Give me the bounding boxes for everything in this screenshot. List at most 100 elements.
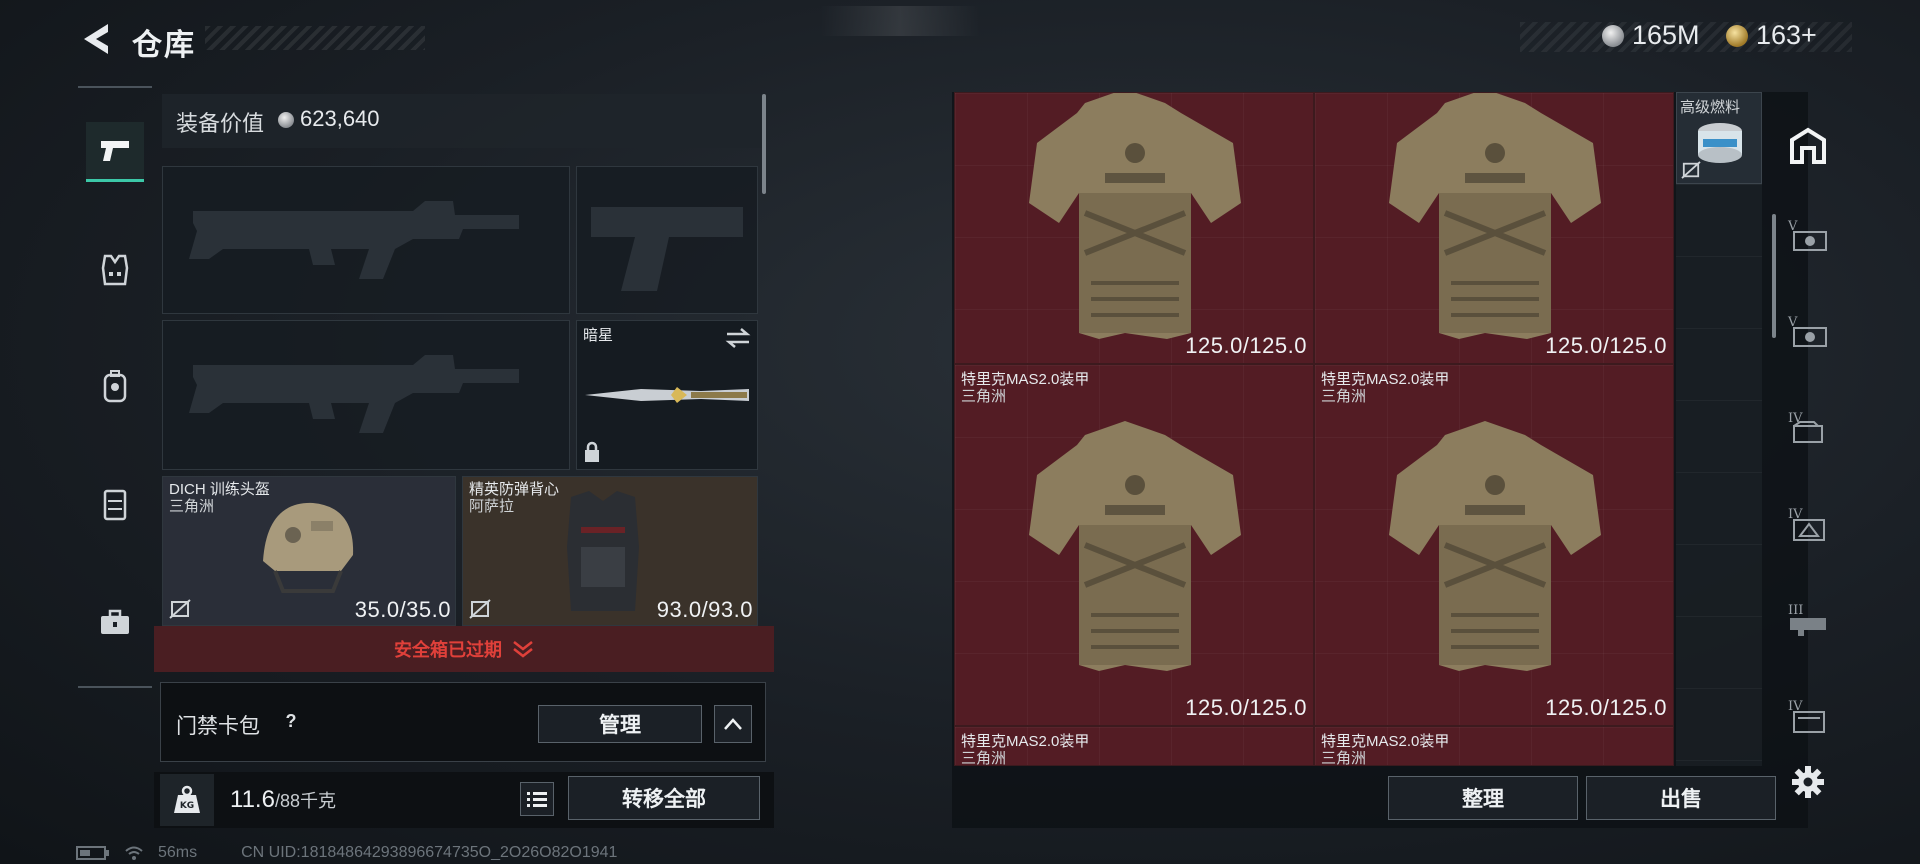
vest-icon — [101, 254, 129, 286]
chevron-up-icon — [724, 718, 742, 730]
storage-item-armor[interactable]: 特里克MAS2.0装甲 三角洲 125.0/125.0 — [1314, 364, 1674, 726]
tier-5-case-icon: V — [1787, 219, 1827, 251]
armor-image — [1375, 92, 1615, 353]
storage-item-durability: 125.0/125.0 — [1545, 333, 1667, 358]
rig-icon — [103, 489, 127, 521]
carry-weight-max: /88千克 — [274, 791, 336, 811]
tier-3-case-icon: III — [1788, 603, 1826, 636]
sell-button[interactable]: 出售 — [1586, 776, 1776, 820]
secondary-weapon-slot[interactable] — [576, 166, 758, 314]
vest-slot[interactable]: 精英防弹背心 阿萨拉 93.0/93.0 — [462, 476, 758, 626]
title-decoration — [205, 26, 425, 50]
backpack-icon — [103, 370, 127, 403]
keycard-case-label: 门禁卡包 — [176, 715, 260, 738]
storage-empty-slots[interactable] — [1676, 184, 1762, 766]
storage-item-label: 特里克MAS2.0装甲 三角洲 — [961, 733, 1090, 766]
top-decoration — [820, 6, 980, 36]
organize-button[interactable]: 整理 — [1388, 776, 1578, 820]
svg-text:IV: IV — [1788, 411, 1803, 426]
home-icon — [1790, 127, 1826, 164]
transfer-all-button[interactable]: 转移全部 — [568, 776, 760, 820]
lock-icon — [585, 441, 599, 462]
help-icon[interactable]: ? — [278, 708, 304, 734]
silver-coin-icon — [278, 112, 294, 128]
not-insured-icon — [469, 599, 491, 619]
double-chevron-down-icon — [513, 641, 533, 658]
tier-5-case-icon: V — [1787, 315, 1827, 347]
equipment-value: 623,640 — [300, 106, 380, 131]
currency-silver-value: 165M — [1632, 20, 1700, 50]
storage-item-armor[interactable]: 125.0/125.0 — [1314, 92, 1674, 364]
fuel-can-image — [1698, 123, 1742, 163]
pistol-icon — [101, 140, 129, 161]
loadout-scrollbar[interactable] — [762, 94, 766, 194]
armor-image — [1015, 415, 1255, 685]
uid-text: CN UID:18184864293896674735O_2O26O82O194… — [241, 844, 618, 861]
silver-coin-icon — [1602, 24, 1624, 47]
swap-icon[interactable] — [725, 327, 751, 349]
filter-tier-4b[interactable]: IV — [1782, 498, 1834, 550]
tier-4-case-icon: IV — [1788, 699, 1825, 733]
primary-weapon-slot-2[interactable] — [162, 320, 570, 470]
storage-item-durability: 125.0/125.0 — [1185, 695, 1307, 720]
rail-item-toolbox[interactable] — [86, 592, 144, 652]
rail-item-weapons[interactable] — [86, 122, 144, 182]
storage-scrollbar[interactable] — [1772, 214, 1776, 338]
currency-gold[interactable]: 163+ — [1726, 20, 1817, 51]
melee-name: 暗星 — [583, 327, 614, 344]
fuel-name: 高级燃料 — [1680, 99, 1741, 116]
filter-tier-4c[interactable]: IV — [1782, 690, 1834, 742]
storage-item-armor[interactable]: 特里克MAS2.0装甲 三角洲 — [1314, 726, 1674, 766]
toolbox-icon — [101, 609, 129, 634]
helmet-image — [263, 502, 354, 593]
knife-image — [585, 387, 749, 403]
helmet-source: 三角洲 — [169, 498, 215, 515]
rail-item-backpack[interactable] — [86, 356, 144, 416]
storage-item-label: 特里克MAS2.0装甲 三角洲 — [1321, 371, 1450, 405]
weight-icon-text: KG — [180, 801, 194, 811]
filter-all[interactable] — [1782, 120, 1834, 172]
carry-weight: 11.6/88千克 — [230, 786, 336, 814]
armor-image — [1375, 415, 1615, 685]
equipment-value-label: 装备价值 — [176, 111, 265, 136]
helmet-slot[interactable]: DICH 训练头盔 三角洲 35.0/35.0 — [162, 476, 456, 626]
manage-button[interactable]: 管理 — [538, 705, 702, 743]
rifle-silhouette-icon — [189, 201, 519, 279]
vest-name: 精英防弹背心 — [469, 481, 560, 498]
storage-item-armor[interactable]: 特里克MAS2.0装甲 三角洲 — [954, 726, 1314, 766]
storage-item-label: 特里克MAS2.0装甲 三角洲 — [1321, 733, 1450, 766]
melee-weapon-slot[interactable]: 暗星 — [576, 320, 758, 470]
pistol-silhouette-icon — [591, 207, 743, 291]
rail-divider-bottom — [78, 686, 152, 688]
filter-tier-5b[interactable]: V — [1782, 306, 1834, 358]
collapse-button[interactable] — [714, 705, 752, 743]
list-icon — [527, 792, 547, 807]
primary-weapon-slot[interactable] — [162, 166, 570, 314]
safe-box-expired-text: 安全箱已过期 — [394, 640, 502, 660]
storage-item-armor[interactable]: 特里克MAS2.0装甲 三角洲 125.0/125.0 — [954, 364, 1314, 726]
tier-4-case-icon: IV — [1788, 507, 1825, 541]
rail-item-rig[interactable] — [86, 474, 144, 534]
list-view-button[interactable] — [520, 782, 554, 816]
helmet-durability: 35.0/35.0 — [354, 597, 451, 622]
weight-icon: KG — [160, 774, 214, 826]
currency-silver[interactable]: 165M — [1602, 20, 1700, 51]
vest-image — [567, 491, 639, 611]
storage-item-armor[interactable]: 125.0/125.0 — [954, 92, 1314, 364]
battery-icon — [76, 846, 109, 860]
armor-image — [1015, 92, 1255, 353]
tier-4-case-icon: IV — [1788, 411, 1823, 443]
settings-button[interactable] — [1782, 756, 1834, 808]
rail-item-armor[interactable] — [86, 240, 144, 300]
safe-box-expired-bar[interactable]: 安全箱已过期 — [154, 626, 774, 672]
filter-tier-4a[interactable]: IV — [1782, 402, 1834, 454]
svg-text:III: III — [1788, 603, 1803, 618]
filter-tier-3[interactable]: III — [1782, 594, 1834, 646]
rail-divider-top — [78, 86, 152, 88]
back-arrow-icon[interactable] — [78, 20, 112, 58]
not-insured-icon — [169, 599, 191, 619]
storage-item-label: 特里克MAS2.0装甲 三角洲 — [961, 371, 1090, 405]
currency-gold-value: 163+ — [1756, 20, 1817, 50]
filter-tier-5a[interactable]: V — [1782, 210, 1834, 262]
carry-weight-current: 11.6 — [230, 786, 275, 813]
